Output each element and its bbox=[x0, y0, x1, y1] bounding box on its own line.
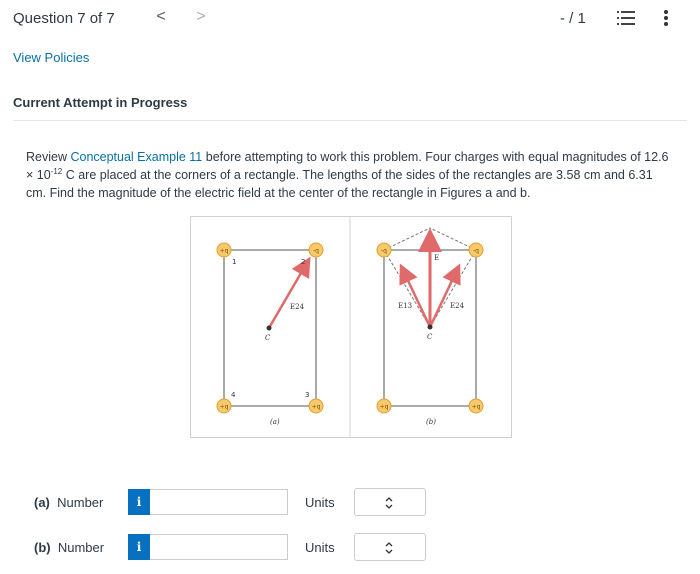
svg-text:+q: +q bbox=[220, 248, 229, 255]
answer-b-input[interactable] bbox=[150, 534, 288, 560]
charge-a-2: -q bbox=[308, 242, 324, 258]
units-a-label: Units bbox=[305, 495, 335, 510]
answer-a-input[interactable] bbox=[150, 489, 288, 515]
answer-a-label: (a) Number bbox=[34, 495, 103, 510]
charge-b-1: -q bbox=[376, 242, 392, 258]
answer-b-part: (b) bbox=[34, 540, 51, 555]
answer-b-number-label: Number bbox=[57, 540, 105, 555]
svg-text:+q: +q bbox=[472, 404, 481, 411]
problem-statement: Review Conceptual Example 11 before atte… bbox=[26, 148, 676, 202]
center-point-b bbox=[427, 324, 433, 330]
divider bbox=[13, 120, 687, 121]
svg-text:-q: -q bbox=[381, 248, 387, 255]
charge-a-4: +q bbox=[216, 398, 232, 414]
view-policies-link[interactable]: View Policies bbox=[13, 50, 89, 65]
score-display: - / 1 bbox=[560, 10, 586, 27]
corner-label-4: 4 bbox=[231, 391, 236, 399]
caption-a: (a) bbox=[270, 418, 280, 426]
center-label-b: C bbox=[427, 333, 433, 341]
chevron-updown-icon bbox=[385, 542, 393, 554]
svg-text:+q: +q bbox=[220, 404, 229, 411]
svg-text:+q: +q bbox=[312, 404, 321, 411]
field-label-e13: E13 bbox=[398, 302, 412, 310]
answer-a-number-label: Number bbox=[57, 495, 104, 510]
corner-label-2: 2 bbox=[301, 258, 305, 266]
units-a-select[interactable] bbox=[354, 488, 426, 516]
svg-text:-q: -q bbox=[313, 248, 319, 255]
chevron-left-icon[interactable]: < bbox=[152, 8, 170, 26]
charge-b-4: +q bbox=[376, 398, 392, 414]
question-header: Question 7 of 7 < > - / 1 bbox=[0, 0, 700, 36]
charge-a-3: +q bbox=[308, 398, 324, 414]
caption-b: (b) bbox=[426, 418, 436, 426]
chevron-updown-icon bbox=[385, 497, 393, 509]
attempt-status: Current Attempt in Progress bbox=[13, 95, 188, 110]
center-point-a bbox=[266, 325, 272, 331]
units-b-label: Units bbox=[305, 540, 335, 555]
field-label-e-net: E bbox=[434, 254, 439, 262]
problem-intro: Review bbox=[26, 150, 71, 164]
charge-exponent: -12 bbox=[50, 166, 63, 176]
field-label-e24-b: E24 bbox=[450, 302, 465, 310]
corner-label-1: 1 bbox=[232, 258, 236, 266]
units-b-select[interactable] bbox=[354, 533, 426, 561]
info-button-b[interactable]: i bbox=[128, 534, 150, 560]
more-vertical-icon[interactable] bbox=[663, 9, 669, 27]
info-button-a[interactable]: i bbox=[128, 489, 150, 515]
charge-a-1: +q bbox=[216, 242, 232, 258]
charge-b-2: -q bbox=[468, 242, 484, 258]
conceptual-example-link[interactable]: Conceptual Example 11 bbox=[70, 150, 202, 164]
charge-b-3: +q bbox=[468, 398, 484, 414]
svg-text:+q: +q bbox=[380, 404, 389, 411]
question-title: Question 7 of 7 bbox=[13, 10, 115, 27]
svg-text:-q: -q bbox=[473, 248, 479, 255]
corner-label-3: 3 bbox=[305, 391, 309, 399]
answer-b-label: (b) Number bbox=[34, 540, 104, 555]
center-label-a: C bbox=[265, 334, 271, 342]
problem-text-2: C are placed at the corners of a rectang… bbox=[26, 168, 653, 200]
question-list-icon[interactable] bbox=[617, 10, 635, 26]
charges-figure: +q -q +q +q 1 2 4 3 C E24 (a) -q -q +q +… bbox=[190, 216, 512, 438]
field-label-e24-a: E24 bbox=[290, 303, 305, 311]
answer-a-part: (a) bbox=[34, 495, 50, 510]
chevron-right-icon[interactable]: > bbox=[192, 8, 210, 26]
